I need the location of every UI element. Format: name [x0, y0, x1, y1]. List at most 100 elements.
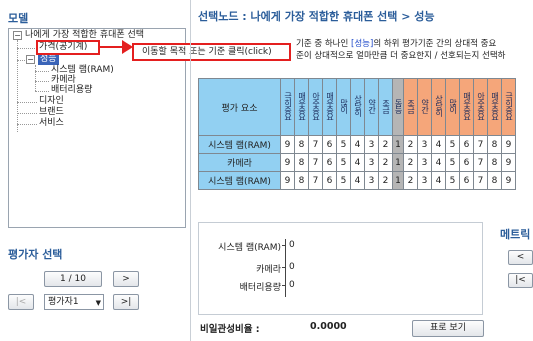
scale-header-right-label: 아주중요: [476, 91, 486, 120]
scale-cell[interactable]: 2: [378, 135, 393, 154]
scale-cell[interactable]: 7: [473, 135, 488, 154]
scale-cell[interactable]: 6: [322, 153, 337, 172]
row-criterion-label: 시스템 램(RAM): [198, 135, 281, 154]
table-row: 시스템 램(RAM) 9 8 7 6 5 4 3 2 1 2 3 4 5 6 7 8 9: [198, 135, 516, 154]
scale-cell[interactable]: 8: [487, 135, 502, 154]
scale-header-left-label: 아주중요: [311, 91, 321, 120]
show-table-button[interactable]: 표로 보기: [412, 320, 484, 337]
scale-cell[interactable]: 1: [392, 171, 404, 190]
scale-cell[interactable]: 8: [294, 153, 309, 172]
matrix-first-button[interactable]: |<: [508, 273, 533, 288]
scale-header-left: 아주중요: [308, 78, 323, 136]
scale-cell[interactable]: 4: [431, 153, 446, 172]
scale-cell[interactable]: 5: [336, 171, 351, 190]
collapse-root-icon[interactable]: −: [13, 31, 22, 40]
weight-tick: [282, 245, 286, 246]
scale-header-right-label: 상당히: [434, 95, 444, 116]
scale-cell[interactable]: 8: [294, 135, 309, 154]
scale-header-left-label: 상당히: [353, 95, 363, 116]
scale-cell[interactable]: 6: [322, 171, 337, 190]
evaluator-select[interactable]: 평가자1 ▼: [44, 294, 104, 310]
collapse-performance-icon[interactable]: −: [26, 55, 35, 64]
matrix-prev-button[interactable]: <: [508, 250, 533, 265]
scale-cell[interactable]: 5: [445, 135, 460, 154]
scale-cell[interactable]: 8: [487, 153, 502, 172]
consistency-label: 비일관성비율 :: [200, 324, 260, 335]
model-panel-title: 모델: [8, 12, 29, 25]
scale-cell[interactable]: 3: [364, 153, 379, 172]
scale-cell[interactable]: 7: [308, 153, 323, 172]
scale-header-left-label: 약간: [367, 98, 377, 113]
scale-cell[interactable]: 5: [336, 153, 351, 172]
scale-cell[interactable]: 6: [459, 171, 474, 190]
scale-header-right-label: 많이: [448, 98, 458, 113]
tree-item-brand[interactable]: 브랜드: [39, 107, 64, 118]
weight-tick: [282, 285, 286, 286]
scale-header-right: 매우중요: [459, 78, 474, 136]
weight-value-ram: 0: [289, 240, 295, 250]
scale-cell[interactable]: 9: [501, 153, 516, 172]
scale-header-left: 조금: [378, 78, 393, 136]
scale-cell[interactable]: 5: [445, 153, 460, 172]
scale-cell[interactable]: 6: [322, 135, 337, 154]
scale-cell[interactable]: 2: [378, 153, 393, 172]
scale-cell[interactable]: 2: [378, 171, 393, 190]
scale-cell[interactable]: 8: [487, 171, 502, 190]
scale-cell[interactable]: 2: [403, 171, 418, 190]
scale-header-right: 조금: [403, 78, 418, 136]
tree-item-service[interactable]: 서비스: [39, 118, 64, 129]
scale-header-right-label: 매우중요: [490, 91, 500, 120]
scale-header-right-label: 매우중요: [462, 91, 472, 120]
scale-cell[interactable]: 7: [308, 171, 323, 190]
scale-cell[interactable]: 4: [350, 171, 365, 190]
scale-cell[interactable]: 1: [392, 135, 404, 154]
scale-header-right-label: 약간: [420, 98, 430, 113]
scale-cell[interactable]: 7: [473, 153, 488, 172]
scale-header-left-label: 조금: [381, 98, 391, 113]
tree-item-battery[interactable]: 배터리용량: [51, 85, 92, 96]
scale-cell[interactable]: 4: [350, 135, 365, 154]
last-evaluator-button[interactable]: >|: [113, 294, 139, 310]
scale-cell[interactable]: 1: [392, 153, 404, 172]
instruction-line1-pre: 기준 중 하나인: [296, 39, 352, 49]
row-criterion-label: 카메라: [198, 153, 281, 172]
scale-header-right: 약간: [417, 78, 432, 136]
scale-cell[interactable]: 5: [336, 135, 351, 154]
scale-cell[interactable]: 3: [417, 153, 432, 172]
pairwise-comparison-table: 평가 요소 극히중요 매우중요 아주중요 매우중요 많이 상당히 약간 조금 동등 조금 약간 상당히 많…: [198, 78, 516, 190]
scale-cell[interactable]: 6: [459, 135, 474, 154]
scale-cell[interactable]: 2: [403, 135, 418, 154]
scale-header-left-label: 극히중요: [283, 91, 293, 120]
tree-item-performance[interactable]: 성능: [38, 54, 59, 65]
scale-cell[interactable]: 7: [308, 135, 323, 154]
scale-cell[interactable]: 9: [280, 135, 295, 154]
scale-header-left: 상당히: [350, 78, 365, 136]
weights-axis: [285, 239, 286, 297]
panel-divider: [190, 0, 191, 341]
scale-cell[interactable]: 4: [431, 135, 446, 154]
scale-header-equal-label: 동등: [394, 98, 403, 113]
scale-cell[interactable]: 7: [473, 171, 488, 190]
next-evaluator-button[interactable]: >: [113, 271, 139, 287]
scale-cell[interactable]: 3: [364, 135, 379, 154]
scale-cell[interactable]: 5: [445, 171, 460, 190]
scale-header-right: 많이: [445, 78, 460, 136]
scale-cell[interactable]: 9: [280, 153, 295, 172]
scale-cell[interactable]: 3: [417, 135, 432, 154]
scale-cell[interactable]: 9: [280, 171, 295, 190]
scale-cell[interactable]: 9: [501, 171, 516, 190]
scale-cell[interactable]: 4: [431, 171, 446, 190]
scale-cell[interactable]: 6: [459, 153, 474, 172]
scale-cell[interactable]: 2: [403, 153, 418, 172]
scale-cell[interactable]: 9: [501, 135, 516, 154]
scale-header-left-label: 매우중요: [297, 91, 307, 120]
scale-cell[interactable]: 4: [350, 153, 365, 172]
scale-cell[interactable]: 3: [364, 171, 379, 190]
first-evaluator-button[interactable]: |<: [8, 294, 34, 310]
scale-cell[interactable]: 8: [294, 171, 309, 190]
weight-label-battery: 배터리용량: [239, 283, 281, 293]
scale-cell[interactable]: 3: [417, 171, 432, 190]
tree-item-design[interactable]: 디자인: [39, 96, 64, 107]
scale-header-left: 극히중요: [280, 78, 295, 136]
evaluator-select-value: 평가자1: [48, 297, 79, 307]
